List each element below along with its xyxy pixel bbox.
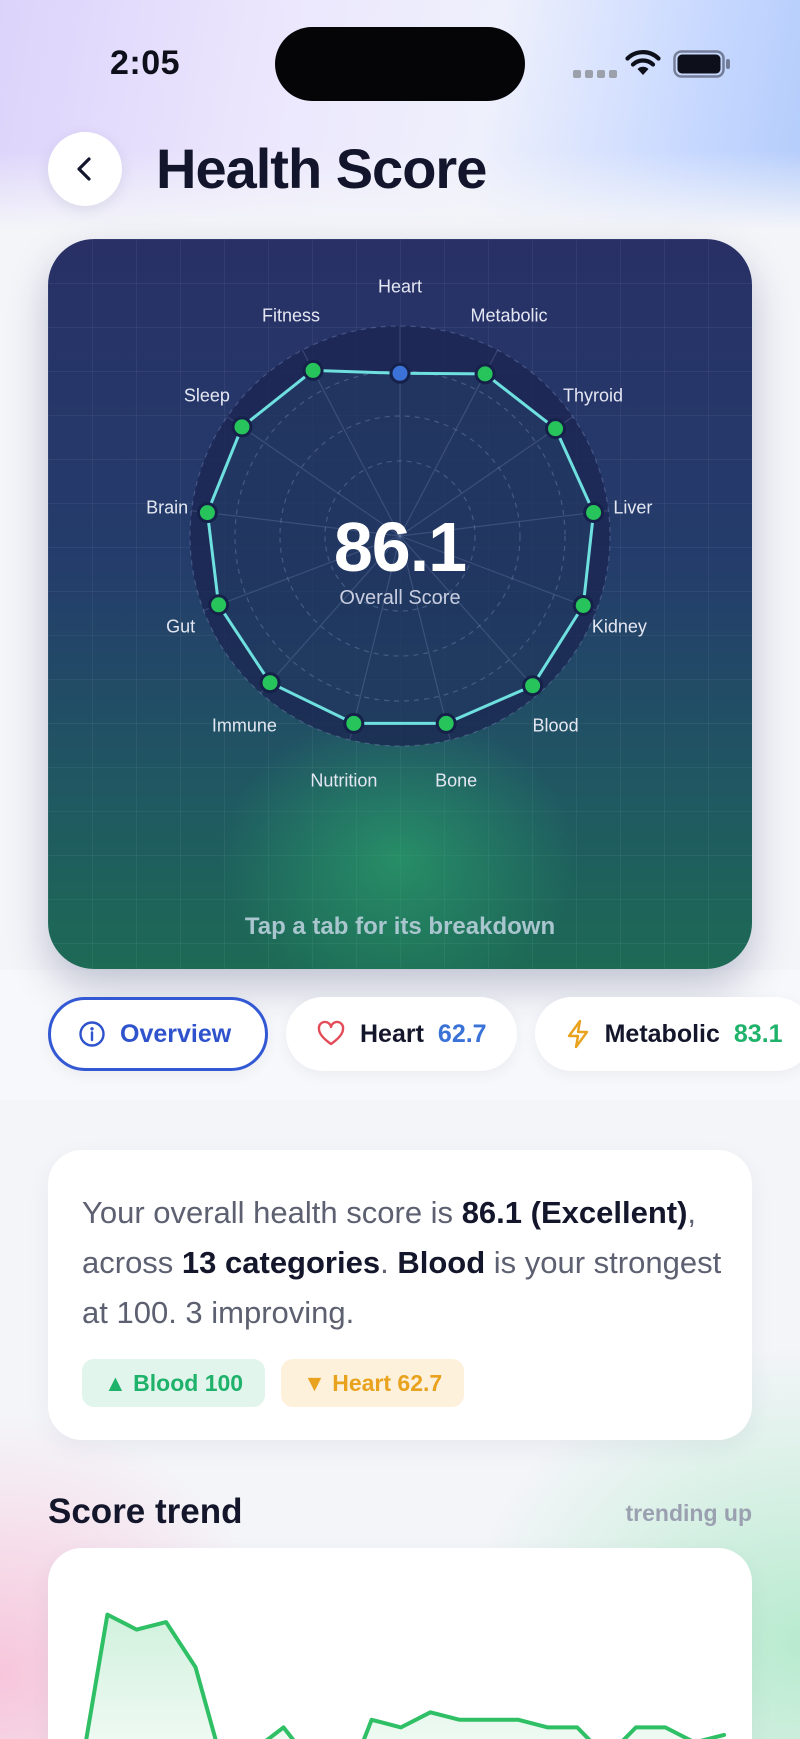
- overall-score-value: 86.1: [333, 508, 467, 586]
- trend-badge: trending up: [625, 1500, 752, 1526]
- summary-categories: 13 categories: [181, 1245, 381, 1280]
- radar-axis-label: Blood: [532, 715, 579, 736]
- tab-overview[interactable]: Overview: [48, 997, 268, 1071]
- radar-card[interactable]: Heart Metabolic Thyroid Liver Kidney Blood Bon…: [48, 239, 752, 969]
- radar-axis-label: Sleep: [183, 385, 230, 406]
- battery-icon: [673, 50, 730, 78]
- lightning-icon: [567, 1019, 588, 1049]
- summary-text-part: Your overall health score is: [82, 1195, 462, 1230]
- highlight-chips: ▲ Blood 100 ▼ Heart 62.7: [82, 1359, 465, 1407]
- radar-point-immune[interactable]: [259, 672, 281, 694]
- radar-axis-label: Bone: [435, 770, 478, 791]
- radar-point-nutrition[interactable]: [343, 712, 365, 734]
- strongest-chip: ▲ Blood 100: [82, 1359, 266, 1407]
- summary-strongest: Blood: [397, 1245, 486, 1280]
- summary-text: Your overall health score is 86.1 (Excel…: [82, 1188, 722, 1338]
- radar-point-blood[interactable]: [522, 675, 544, 697]
- trend-card[interactable]: [48, 1548, 752, 1739]
- radar-axis-label: Immune: [211, 715, 277, 736]
- status-time: 2:05: [110, 44, 181, 82]
- heart-icon: [317, 1020, 345, 1046]
- radar-point-sleep[interactable]: [231, 416, 253, 438]
- radar-axis-label: Fitness: [261, 305, 320, 326]
- status-bar: 2:05: [0, 0, 800, 130]
- radar-axis-label: Gut: [166, 616, 196, 637]
- radar-point-metabolic[interactable]: [474, 363, 496, 385]
- summary-score: 86.1 (Excellent): [461, 1195, 688, 1230]
- radar-point-thyroid[interactable]: [545, 418, 567, 440]
- page-title: Health Score: [156, 137, 487, 200]
- wifi-icon: [625, 50, 661, 75]
- radar-point-heart[interactable]: [389, 362, 411, 384]
- tab-heart[interactable]: Heart 62.7: [286, 997, 517, 1071]
- tab-metabolic[interactable]: Metabolic 83.1: [534, 997, 800, 1071]
- trend-title: Score trend: [48, 1492, 243, 1531]
- chevron-left-icon: [77, 157, 91, 181]
- radar-point-fitness[interactable]: [302, 359, 324, 381]
- radar-axis-label: Thyroid: [563, 385, 624, 406]
- tab-label: Metabolic: [604, 1019, 720, 1048]
- category-tabs: Overview Heart 62.7 Metabolic 83.1: [48, 997, 800, 1071]
- tab-label: Overview: [120, 1019, 232, 1048]
- radar-axis-label: Metabolic: [470, 305, 548, 326]
- info-icon: [79, 1021, 105, 1047]
- radar-axis-label: Heart: [377, 276, 423, 297]
- overall-score-label: Overall Score: [339, 587, 461, 609]
- radar-point-bone[interactable]: [435, 712, 457, 734]
- tab-hint: Tap a tab for its breakdown: [244, 913, 556, 940]
- radar-axis-label: Kidney: [591, 616, 647, 637]
- weakest-chip: ▼ Heart 62.7: [281, 1359, 465, 1407]
- tab-label: Heart: [360, 1019, 424, 1048]
- trend-chart: [84, 1612, 726, 1739]
- radar-axis-label: Nutrition: [310, 770, 378, 791]
- back-button[interactable]: [48, 132, 122, 206]
- dynamic-island: [275, 27, 525, 101]
- summary-card: Your overall health score is 86.1 (Excel…: [48, 1150, 752, 1440]
- tab-score: 83.1: [733, 1019, 783, 1048]
- summary-text-part: .: [380, 1245, 398, 1280]
- tab-score: 62.7: [437, 1019, 487, 1048]
- cellular-signal-icon: [573, 70, 617, 78]
